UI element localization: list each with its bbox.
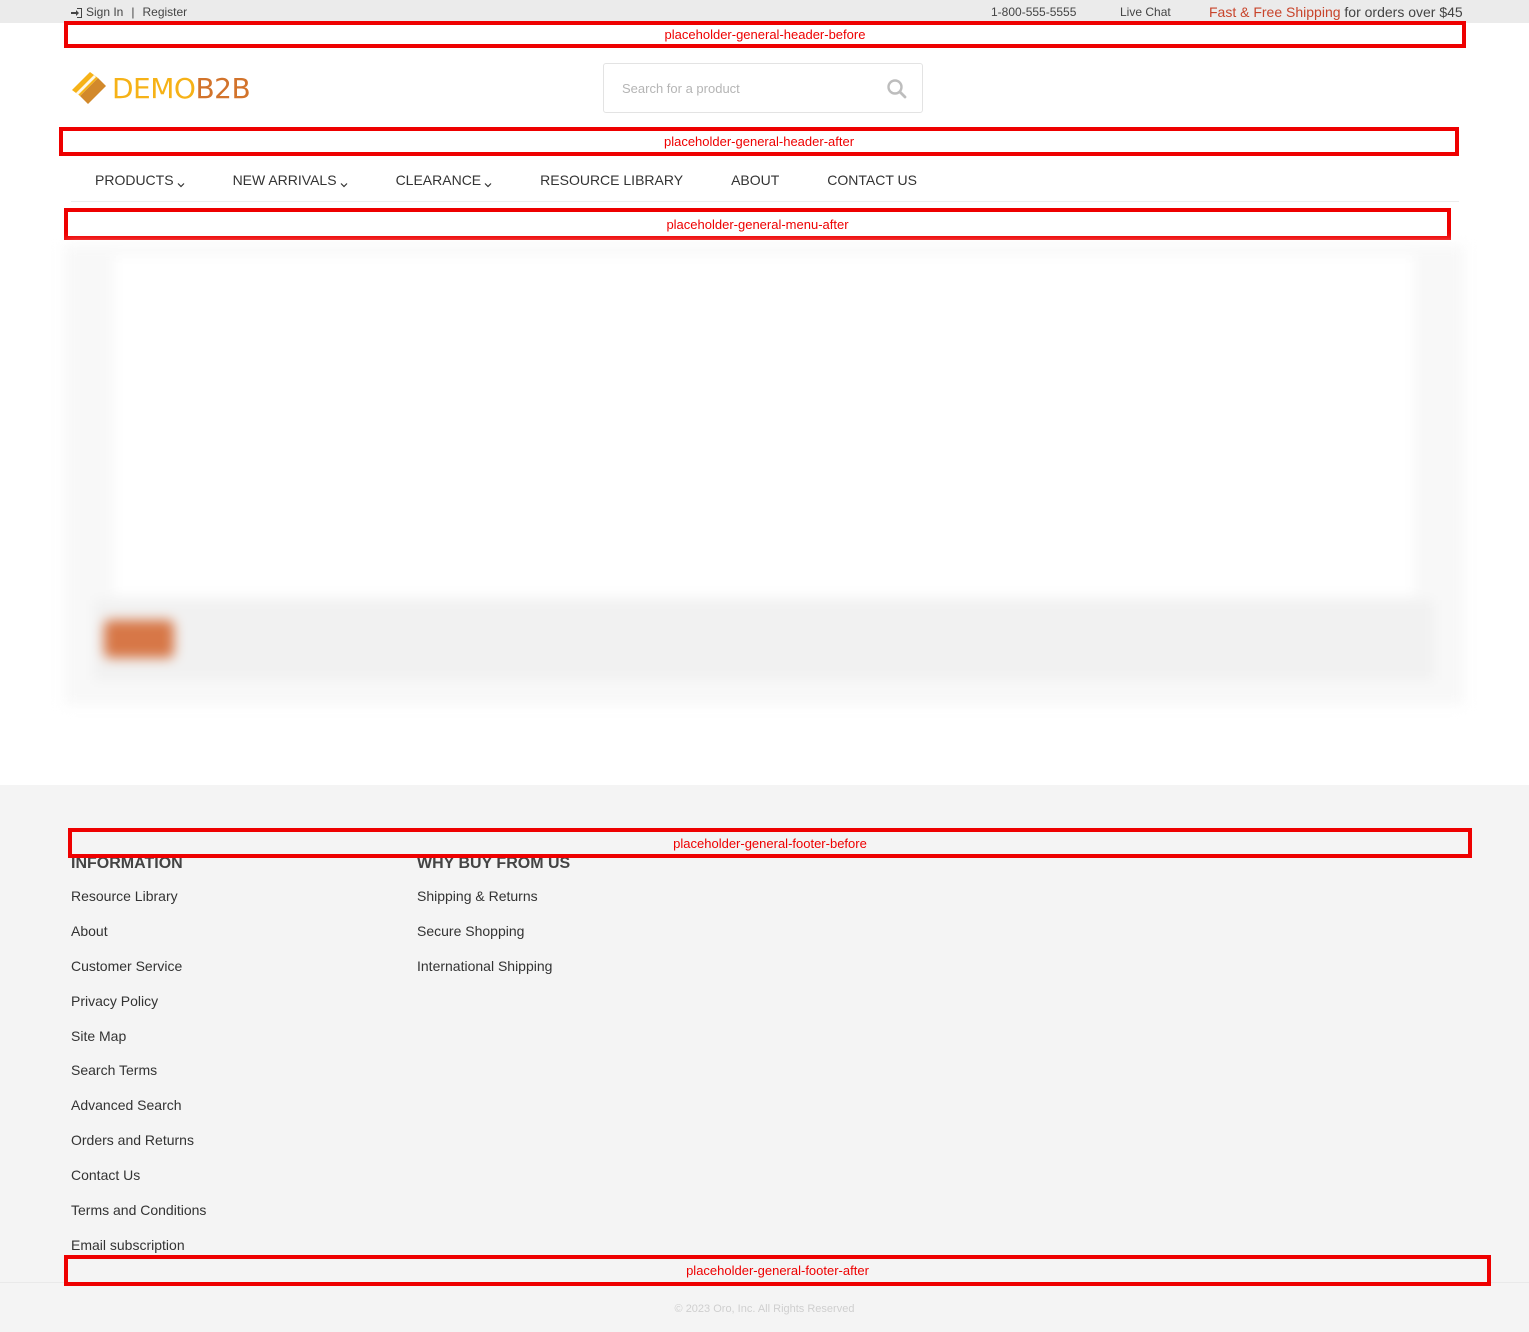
logo-text: DEMOB2B (112, 71, 251, 105)
search-input[interactable] (604, 64, 864, 112)
search-box (603, 63, 923, 113)
nav-item-label: NEW ARRIVALS (232, 171, 337, 188)
nav-item-label: ABOUT (731, 171, 780, 188)
separator: | (131, 5, 135, 19)
account-links: Sign In | Register (71, 5, 187, 19)
nav-item-label: CONTACT US (827, 171, 918, 188)
footer-link[interactable]: Contact Us (71, 1166, 206, 1201)
footer-link[interactable]: Privacy Policy (71, 992, 206, 1027)
placeholder-footer-after: placeholder-general-footer-after (64, 1255, 1491, 1286)
placeholder-menu-after: placeholder-general-menu-after (64, 208, 1451, 240)
footer-column-why-buy: WHY BUY FROM US Shipping & Returns Secur… (417, 855, 570, 992)
footer-link[interactable]: Terms and Conditions (71, 1201, 206, 1236)
footer-link[interactable]: Site Map (71, 1027, 206, 1062)
logo-icon (70, 70, 108, 106)
chevron-down-icon (340, 176, 348, 187)
footer-link[interactable]: International Shipping (417, 957, 570, 992)
placeholder-header-before: placeholder-general-header-before (64, 21, 1466, 48)
nav-item-about[interactable]: ABOUT (731, 172, 779, 188)
top-utility-bar: Sign In | Register 1-800-555-5555 Live C… (0, 0, 1529, 23)
nav-item-label: CLEARANCE (395, 171, 482, 188)
shipping-promo-link[interactable]: Fast & Free Shipping (1209, 4, 1341, 20)
site-footer (0, 785, 1529, 1332)
footer-link[interactable]: About (71, 922, 206, 957)
sign-in-icon (71, 7, 82, 18)
copyright-text: © 2023 Oro, Inc. All Rights Reserved (674, 1303, 855, 1315)
footer-heading: INFORMATION (71, 855, 183, 872)
placeholder-footer-before: placeholder-general-footer-before (68, 828, 1472, 858)
footer-column-information: INFORMATION Resource Library About Custo… (71, 855, 206, 1271)
hero-button[interactable] (104, 620, 174, 658)
placeholder-header-after: placeholder-general-header-after (59, 127, 1459, 156)
footer-link[interactable]: Search Terms (71, 1061, 206, 1096)
nav-item-resource-library[interactable]: RESOURCE LIBRARY (540, 172, 683, 188)
sign-in-link[interactable]: Sign In (86, 5, 123, 19)
nav-item-contact-us[interactable]: CONTACT US (827, 172, 917, 188)
hero-loading-area (64, 245, 1464, 705)
shipping-promo: Fast & Free Shipping for orders over $45 (1209, 4, 1463, 20)
main-navigation: PRODUCTS NEW ARRIVALS CLEARANCE RESOURCE… (71, 158, 1459, 202)
chevron-down-icon (484, 176, 492, 187)
nav-item-label: RESOURCE LIBRARY (540, 171, 684, 188)
footer-link[interactable]: Customer Service (71, 957, 206, 992)
register-link[interactable]: Register (142, 5, 187, 19)
chevron-down-icon (177, 176, 185, 187)
live-chat-link[interactable]: Live Chat (1120, 5, 1171, 19)
nav-item-new-arrivals[interactable]: NEW ARRIVALS (233, 172, 348, 188)
nav-item-products[interactable]: PRODUCTS (95, 172, 185, 188)
footer-link[interactable]: Advanced Search (71, 1096, 206, 1131)
footer-link[interactable]: Resource Library (71, 887, 206, 922)
nav-item-label: PRODUCTS (95, 171, 174, 188)
footer-link[interactable]: Orders and Returns (71, 1131, 206, 1166)
site-logo[interactable]: DEMOB2B (70, 70, 251, 106)
footer-link[interactable]: Secure Shopping (417, 922, 570, 957)
footer-link[interactable]: Shipping & Returns (417, 887, 570, 922)
hero-content-placeholder (114, 255, 1414, 595)
nav-item-clearance[interactable]: CLEARANCE (396, 172, 493, 188)
phone-number[interactable]: 1-800-555-5555 (991, 5, 1076, 19)
shipping-promo-text: for orders over $45 (1340, 4, 1463, 20)
search-icon[interactable] (886, 78, 908, 100)
hero-action-strip (94, 600, 1434, 680)
footer-heading: WHY BUY FROM US (417, 855, 571, 872)
